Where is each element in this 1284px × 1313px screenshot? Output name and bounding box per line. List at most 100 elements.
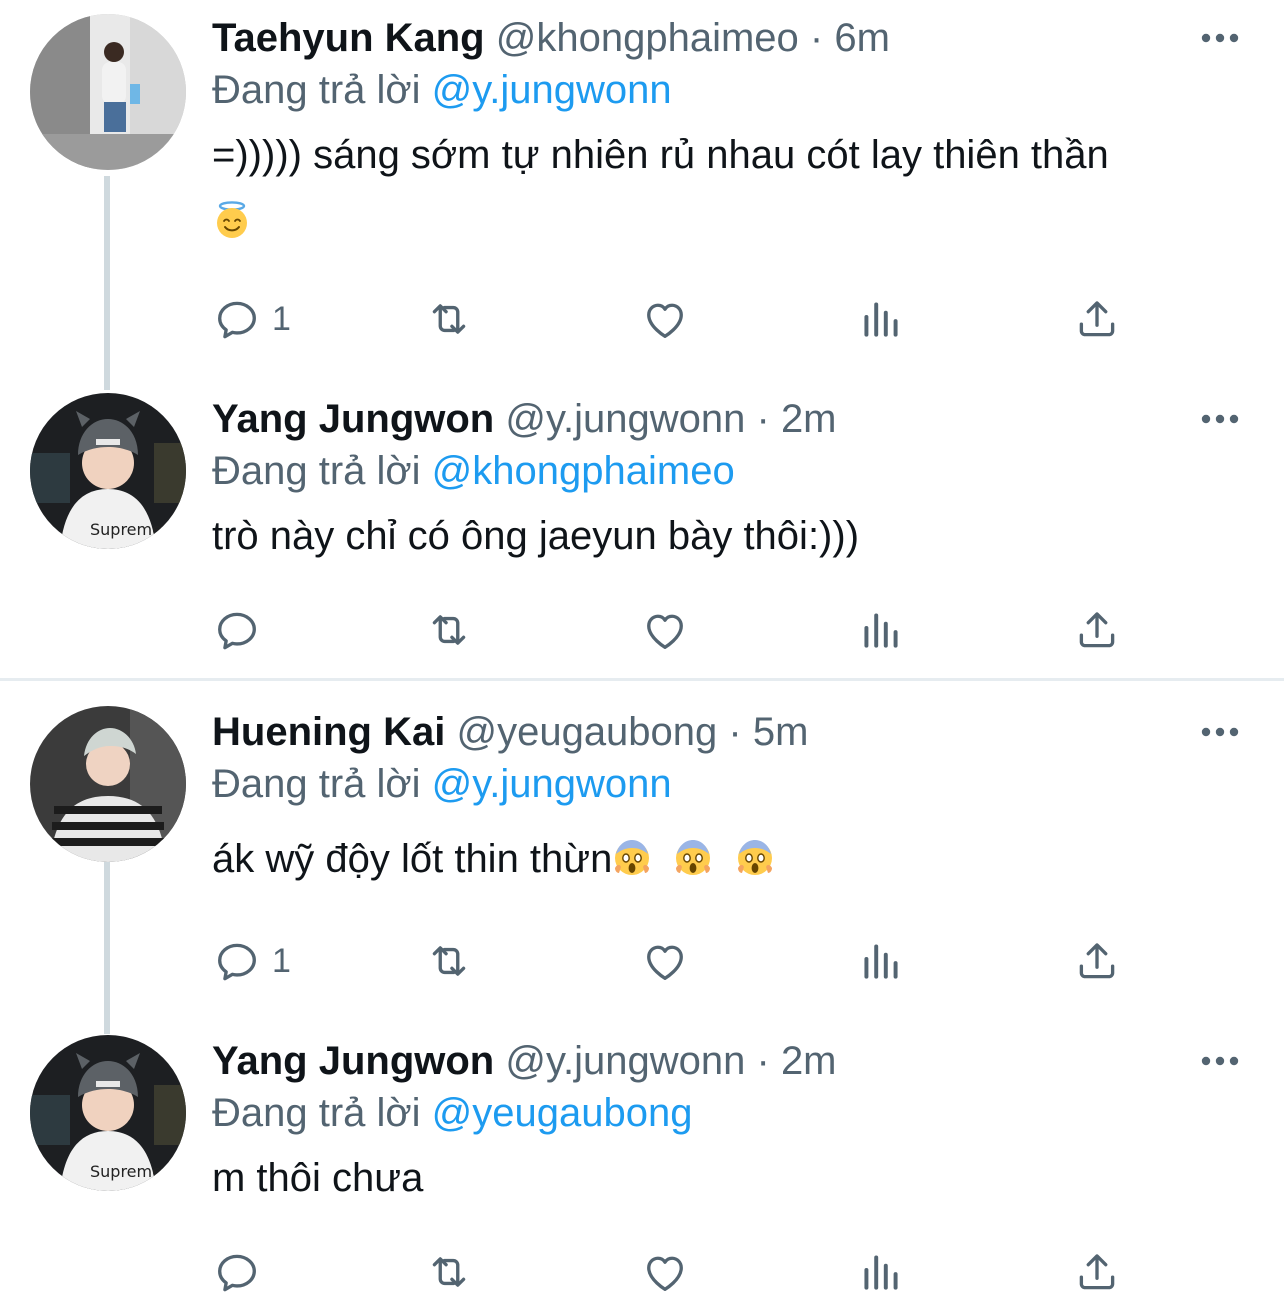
reply-button[interactable] (212, 605, 272, 655)
analytics-icon (856, 1247, 906, 1297)
svg-text:Supreme: Supreme (90, 1162, 162, 1181)
thread-connector-line (104, 176, 110, 390)
smiling-face-with-halo-icon (212, 200, 252, 240)
face-screaming-in-fear-icon (612, 838, 652, 878)
reply-button[interactable] (212, 1247, 272, 1297)
avatar[interactable]: Supreme (30, 1035, 186, 1191)
reply-button[interactable]: 1 (212, 936, 291, 986)
share-icon (1072, 1247, 1122, 1297)
replying-to-label: Đang trả lời (212, 1091, 421, 1135)
analytics-icon (856, 294, 906, 344)
like-button[interactable] (640, 936, 690, 986)
retweet-button[interactable] (424, 294, 474, 344)
like-button[interactable] (640, 605, 690, 655)
replying-to: Đang trả lời @y.jungwonn (212, 64, 1244, 116)
retweet-button[interactable] (424, 605, 474, 655)
tweet-header: Taehyun Kang @khongphaimeo · 6m (212, 12, 1244, 64)
author-handle[interactable]: @y.jungwonn (505, 1039, 745, 1083)
heart-icon (640, 1247, 690, 1297)
share-icon (1072, 605, 1122, 655)
tweet-actions: 1 (212, 294, 1132, 344)
reply-icon (212, 605, 262, 655)
timestamp[interactable]: 6m (834, 16, 890, 60)
heart-icon (640, 605, 690, 655)
retweet-icon (424, 1247, 474, 1297)
heart-icon (640, 936, 690, 986)
avatar[interactable] (30, 706, 186, 862)
replying-to-mention[interactable]: @y.jungwonn (432, 762, 672, 806)
avatar[interactable]: Supreme (30, 393, 186, 549)
separator-dot: · (756, 397, 770, 441)
author-handle[interactable]: @y.jungwonn (505, 397, 745, 441)
svg-text:Supreme: Supreme (90, 520, 162, 539)
thread-connector-line (104, 832, 110, 1034)
face-screaming-in-fear-icon (673, 838, 713, 878)
retweet-icon (424, 936, 474, 986)
heart-icon (640, 294, 690, 344)
replying-to-mention[interactable]: @y.jungwonn (432, 68, 672, 112)
share-icon (1072, 294, 1122, 344)
tweet-text: ák wỹ độy lốt thin thừn (212, 826, 1244, 892)
author-name[interactable]: Taehyun Kang (212, 16, 485, 60)
share-icon (1072, 936, 1122, 986)
replying-to: Đang trả lời @yeugaubong (212, 1087, 1244, 1139)
tweet-text: trò này chỉ có ông jaeyun bày thôi:))) (212, 503, 1244, 569)
more-options-icon[interactable] (1196, 1035, 1244, 1087)
reply-count: 1 (272, 941, 291, 980)
replying-to-mention[interactable]: @yeugaubong (432, 1091, 693, 1135)
tweet-text-body: m thôi chưa (212, 1156, 424, 1200)
timestamp[interactable]: 2m (781, 1039, 837, 1083)
share-button[interactable] (1072, 1247, 1122, 1297)
replying-to-mention[interactable]: @khongphaimeo (432, 449, 735, 493)
analytics-button[interactable] (856, 1247, 906, 1297)
retweet-button[interactable] (424, 1247, 474, 1297)
reply-icon (212, 1247, 262, 1297)
face-screaming-in-fear-icon (735, 838, 775, 878)
author-name[interactable]: Yang Jungwon (212, 1039, 494, 1083)
author-name[interactable]: Yang Jungwon (212, 397, 494, 441)
tweet-header: Yang Jungwon @y.jungwonn · 2m (212, 393, 1244, 445)
share-button[interactable] (1072, 936, 1122, 986)
analytics-button[interactable] (856, 936, 906, 986)
tweet-header: Huening Kai @yeugaubong · 5m (212, 706, 1244, 758)
separator-dot: · (809, 16, 824, 60)
tweet-actions: 1 (212, 936, 1132, 986)
thread-divider (0, 678, 1284, 681)
tweet-header: Yang Jungwon @y.jungwonn · 2m (212, 1035, 1244, 1087)
tweet-text-body: ák wỹ độy lốt thin thừn (212, 837, 613, 881)
author-name[interactable]: Huening Kai (212, 710, 445, 754)
tweet-text-body: =))))) sáng sớm tự nhiên rủ nhau cót lay… (212, 133, 1109, 177)
analytics-button[interactable] (856, 294, 906, 344)
like-button[interactable] (640, 294, 690, 344)
tweet-actions (212, 1247, 1132, 1297)
tweet-text-body: trò này chỉ có ông jaeyun bày thôi:))) (212, 514, 860, 558)
author-handle[interactable]: @yeugaubong (456, 710, 717, 754)
tweet-actions (212, 605, 1132, 655)
share-button[interactable] (1072, 605, 1122, 655)
more-options-icon[interactable] (1196, 12, 1244, 64)
reply-button[interactable]: 1 (212, 294, 291, 344)
reply-count: 1 (272, 299, 291, 338)
replying-to-label: Đang trả lời (212, 449, 421, 493)
analytics-button[interactable] (856, 605, 906, 655)
replying-to: Đang trả lời @khongphaimeo (212, 445, 1244, 497)
timestamp[interactable]: 2m (781, 397, 837, 441)
tweet-text: m thôi chưa (212, 1145, 1244, 1211)
retweet-button[interactable] (424, 936, 474, 986)
timestamp[interactable]: 5m (753, 710, 809, 754)
analytics-icon (856, 605, 906, 655)
reply-icon (212, 936, 262, 986)
replying-to-label: Đang trả lời (212, 68, 421, 112)
tweet-text: =))))) sáng sớm tự nhiên rủ nhau cót lay… (212, 122, 1244, 254)
avatar[interactable] (30, 14, 186, 170)
analytics-icon (856, 936, 906, 986)
separator-dot: · (728, 710, 742, 754)
retweet-icon (424, 605, 474, 655)
more-options-icon[interactable] (1196, 706, 1244, 758)
share-button[interactable] (1072, 294, 1122, 344)
author-handle[interactable]: @khongphaimeo (496, 16, 799, 60)
replying-to: Đang trả lời @y.jungwonn (212, 758, 1244, 810)
more-options-icon[interactable] (1196, 393, 1244, 445)
retweet-icon (424, 294, 474, 344)
like-button[interactable] (640, 1247, 690, 1297)
